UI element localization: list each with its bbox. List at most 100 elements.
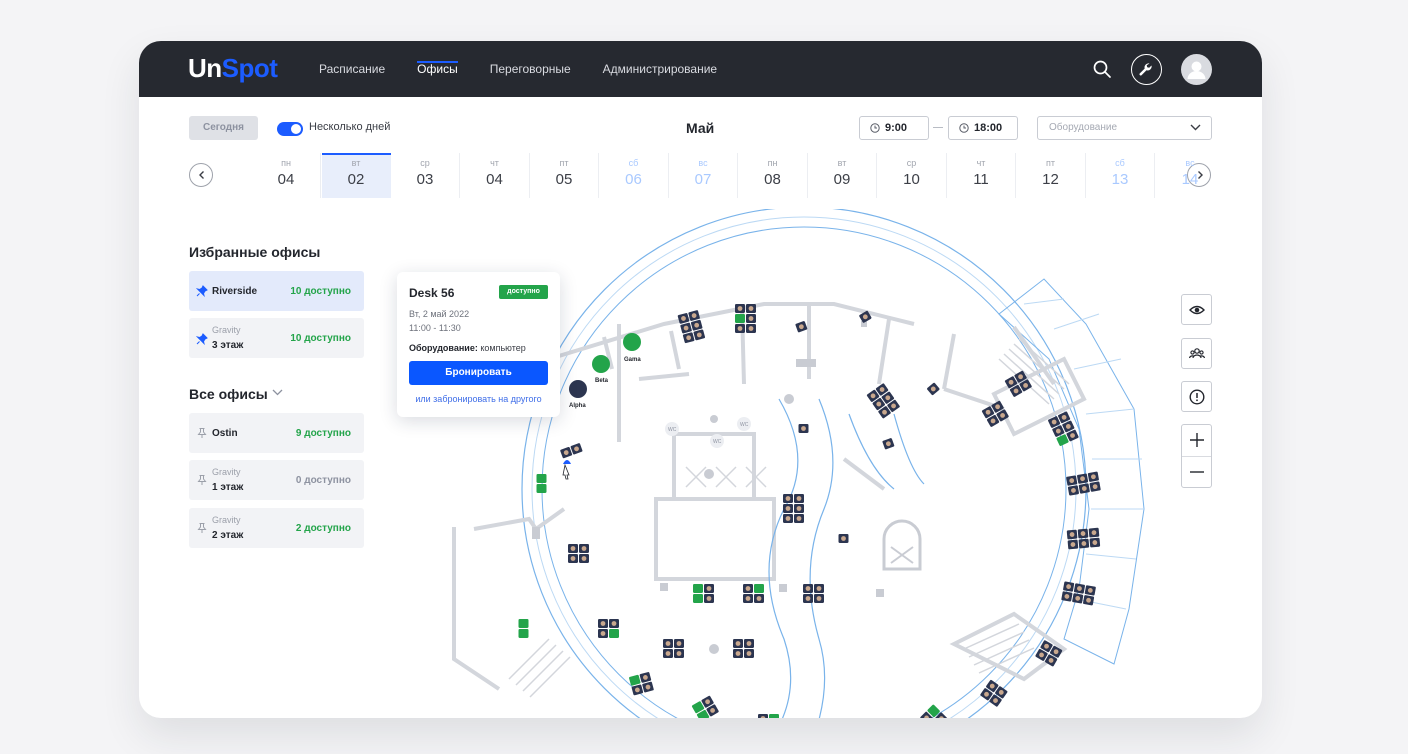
desk-cluster[interactable]: [803, 584, 824, 603]
view-toggle-button[interactable]: [1181, 294, 1212, 325]
desk-cluster[interactable]: [758, 714, 779, 718]
desk-cluster[interactable]: [691, 695, 719, 718]
nav-schedule[interactable]: Расписание: [319, 41, 385, 97]
desk-cluster[interactable]: [518, 619, 529, 638]
desk-cluster[interactable]: [866, 383, 900, 419]
desk-cluster[interactable]: [783, 494, 804, 523]
chevron-down-icon: [1190, 124, 1201, 131]
calendar-day[interactable]: чт 04: [461, 153, 530, 198]
zoom-in-icon: [1190, 433, 1204, 447]
meeting-room-alpha[interactable]: [569, 380, 587, 398]
nav-meeting-rooms[interactable]: Переговорные: [490, 41, 571, 97]
calendar-day[interactable]: вс 14: [1156, 153, 1225, 198]
report-issue-button[interactable]: [1181, 381, 1212, 412]
employee-avatar: [665, 651, 671, 656]
today-button[interactable]: Сегодня: [189, 116, 258, 140]
calendar-day[interactable]: вт 02: [321, 153, 391, 198]
time-to-field[interactable]: 18:00: [948, 116, 1018, 140]
pin-icon[interactable]: [196, 285, 208, 297]
calendar-day[interactable]: сб 06: [600, 153, 669, 198]
desk-cluster[interactable]: [568, 544, 589, 563]
wrench-icon[interactable]: [1131, 54, 1162, 85]
desk-available[interactable]: [518, 619, 529, 628]
clock-icon: [959, 123, 969, 133]
desk-cluster[interactable]: [733, 639, 754, 658]
calendar-day[interactable]: вт 09: [808, 153, 877, 198]
calendar-day[interactable]: ср 10: [878, 153, 947, 198]
pin-outline-icon[interactable]: [196, 522, 208, 534]
desk-available[interactable]: [609, 629, 619, 638]
desk-cluster[interactable]: [536, 474, 547, 493]
desk-cluster[interactable]: [882, 438, 895, 450]
desk-cluster[interactable]: [560, 443, 583, 459]
office-item-gravity-3[interactable]: Gravity 3 этаж 10 доступно: [189, 318, 364, 358]
desk-cluster[interactable]: [598, 619, 619, 638]
search-icon[interactable]: [1092, 59, 1112, 79]
calendar-day[interactable]: сб 13: [1086, 153, 1155, 198]
desk-cluster[interactable]: [1061, 581, 1096, 606]
booking-date: Вт, 2 май 2022: [409, 309, 470, 319]
pin-icon[interactable]: [196, 333, 208, 345]
office-item-riverside[interactable]: Riverside 10 доступно: [189, 271, 364, 311]
colleagues-button[interactable]: [1181, 338, 1212, 369]
desk-cluster[interactable]: [838, 534, 849, 543]
calendar-day[interactable]: ср 03: [391, 153, 460, 198]
unspot-logo[interactable]: UnSpot: [188, 53, 278, 84]
meeting-room-gama[interactable]: [623, 333, 641, 351]
equipment-select[interactable]: Оборудование: [1037, 116, 1212, 140]
desk-available[interactable]: [536, 484, 547, 493]
employee-avatar: [735, 641, 741, 646]
zoom-out-button[interactable]: [1182, 457, 1211, 488]
book-for-other-link[interactable]: или забронировать на другого: [397, 394, 560, 404]
selected-desk-56[interactable]: [562, 460, 571, 480]
desk-available[interactable]: [735, 314, 745, 323]
book-button[interactable]: Бронировать: [409, 361, 548, 385]
desk-available[interactable]: [629, 674, 641, 686]
zoom-in-button[interactable]: [1182, 425, 1211, 456]
employee-avatar: [745, 586, 751, 591]
calendar-prev-button[interactable]: [189, 163, 213, 187]
pin-outline-icon[interactable]: [196, 474, 208, 486]
all-offices-title[interactable]: Все офисы: [189, 386, 268, 402]
calendar-day[interactable]: вс 07: [669, 153, 738, 198]
calendar-day[interactable]: пн 08: [739, 153, 808, 198]
office-item-ostin[interactable]: Ostin 9 доступно: [189, 413, 364, 453]
chevron-down-icon[interactable]: [272, 389, 283, 396]
desk-available[interactable]: [754, 584, 764, 593]
calendar-day[interactable]: чт 11: [947, 153, 1016, 198]
meeting-room-beta[interactable]: [592, 355, 610, 373]
desk-cluster[interactable]: [927, 382, 940, 396]
pin-outline-icon[interactable]: [196, 427, 208, 439]
desk-available[interactable]: [693, 584, 703, 593]
nav-administration[interactable]: Администрирование: [603, 41, 717, 97]
employee-avatar: [746, 641, 752, 646]
desk-cluster[interactable]: [1066, 527, 1101, 550]
desk-available[interactable]: [769, 714, 779, 718]
desk-cluster[interactable]: [743, 584, 764, 603]
desk-available[interactable]: [693, 594, 703, 603]
desk-available[interactable]: [536, 474, 547, 483]
desk-cluster[interactable]: [693, 584, 714, 603]
desk-cluster[interactable]: [980, 679, 1008, 707]
calendar-day[interactable]: пт 12: [1017, 153, 1086, 198]
desk-cluster[interactable]: [795, 321, 808, 333]
time-from-field[interactable]: 9:00: [859, 116, 929, 140]
desk-cluster[interactable]: [1066, 471, 1101, 496]
office-item-gravity-2[interactable]: Gravity 2 этаж 2 доступно: [189, 508, 364, 548]
nav-offices[interactable]: Офисы: [417, 41, 458, 97]
desk-available[interactable]: [518, 629, 529, 638]
day-number: 04: [277, 171, 295, 188]
multi-day-toggle[interactable]: [277, 122, 303, 136]
day-of-week: пн: [281, 158, 291, 168]
employee-avatar: [756, 596, 762, 601]
zoom-out-icon: [1190, 471, 1204, 473]
employee-avatar: [796, 516, 802, 521]
calendar-day[interactable]: пн 04: [252, 153, 321, 198]
calendar-day[interactable]: пт 05: [530, 153, 599, 198]
user-avatar-icon[interactable]: [1181, 54, 1212, 85]
office-item-gravity-1[interactable]: Gravity 1 этаж 0 доступно: [189, 460, 364, 500]
desk-cluster[interactable]: [663, 639, 684, 658]
desk-cluster[interactable]: [629, 672, 654, 696]
day-of-week: вт: [837, 158, 847, 168]
desk-cluster[interactable]: [798, 424, 809, 433]
